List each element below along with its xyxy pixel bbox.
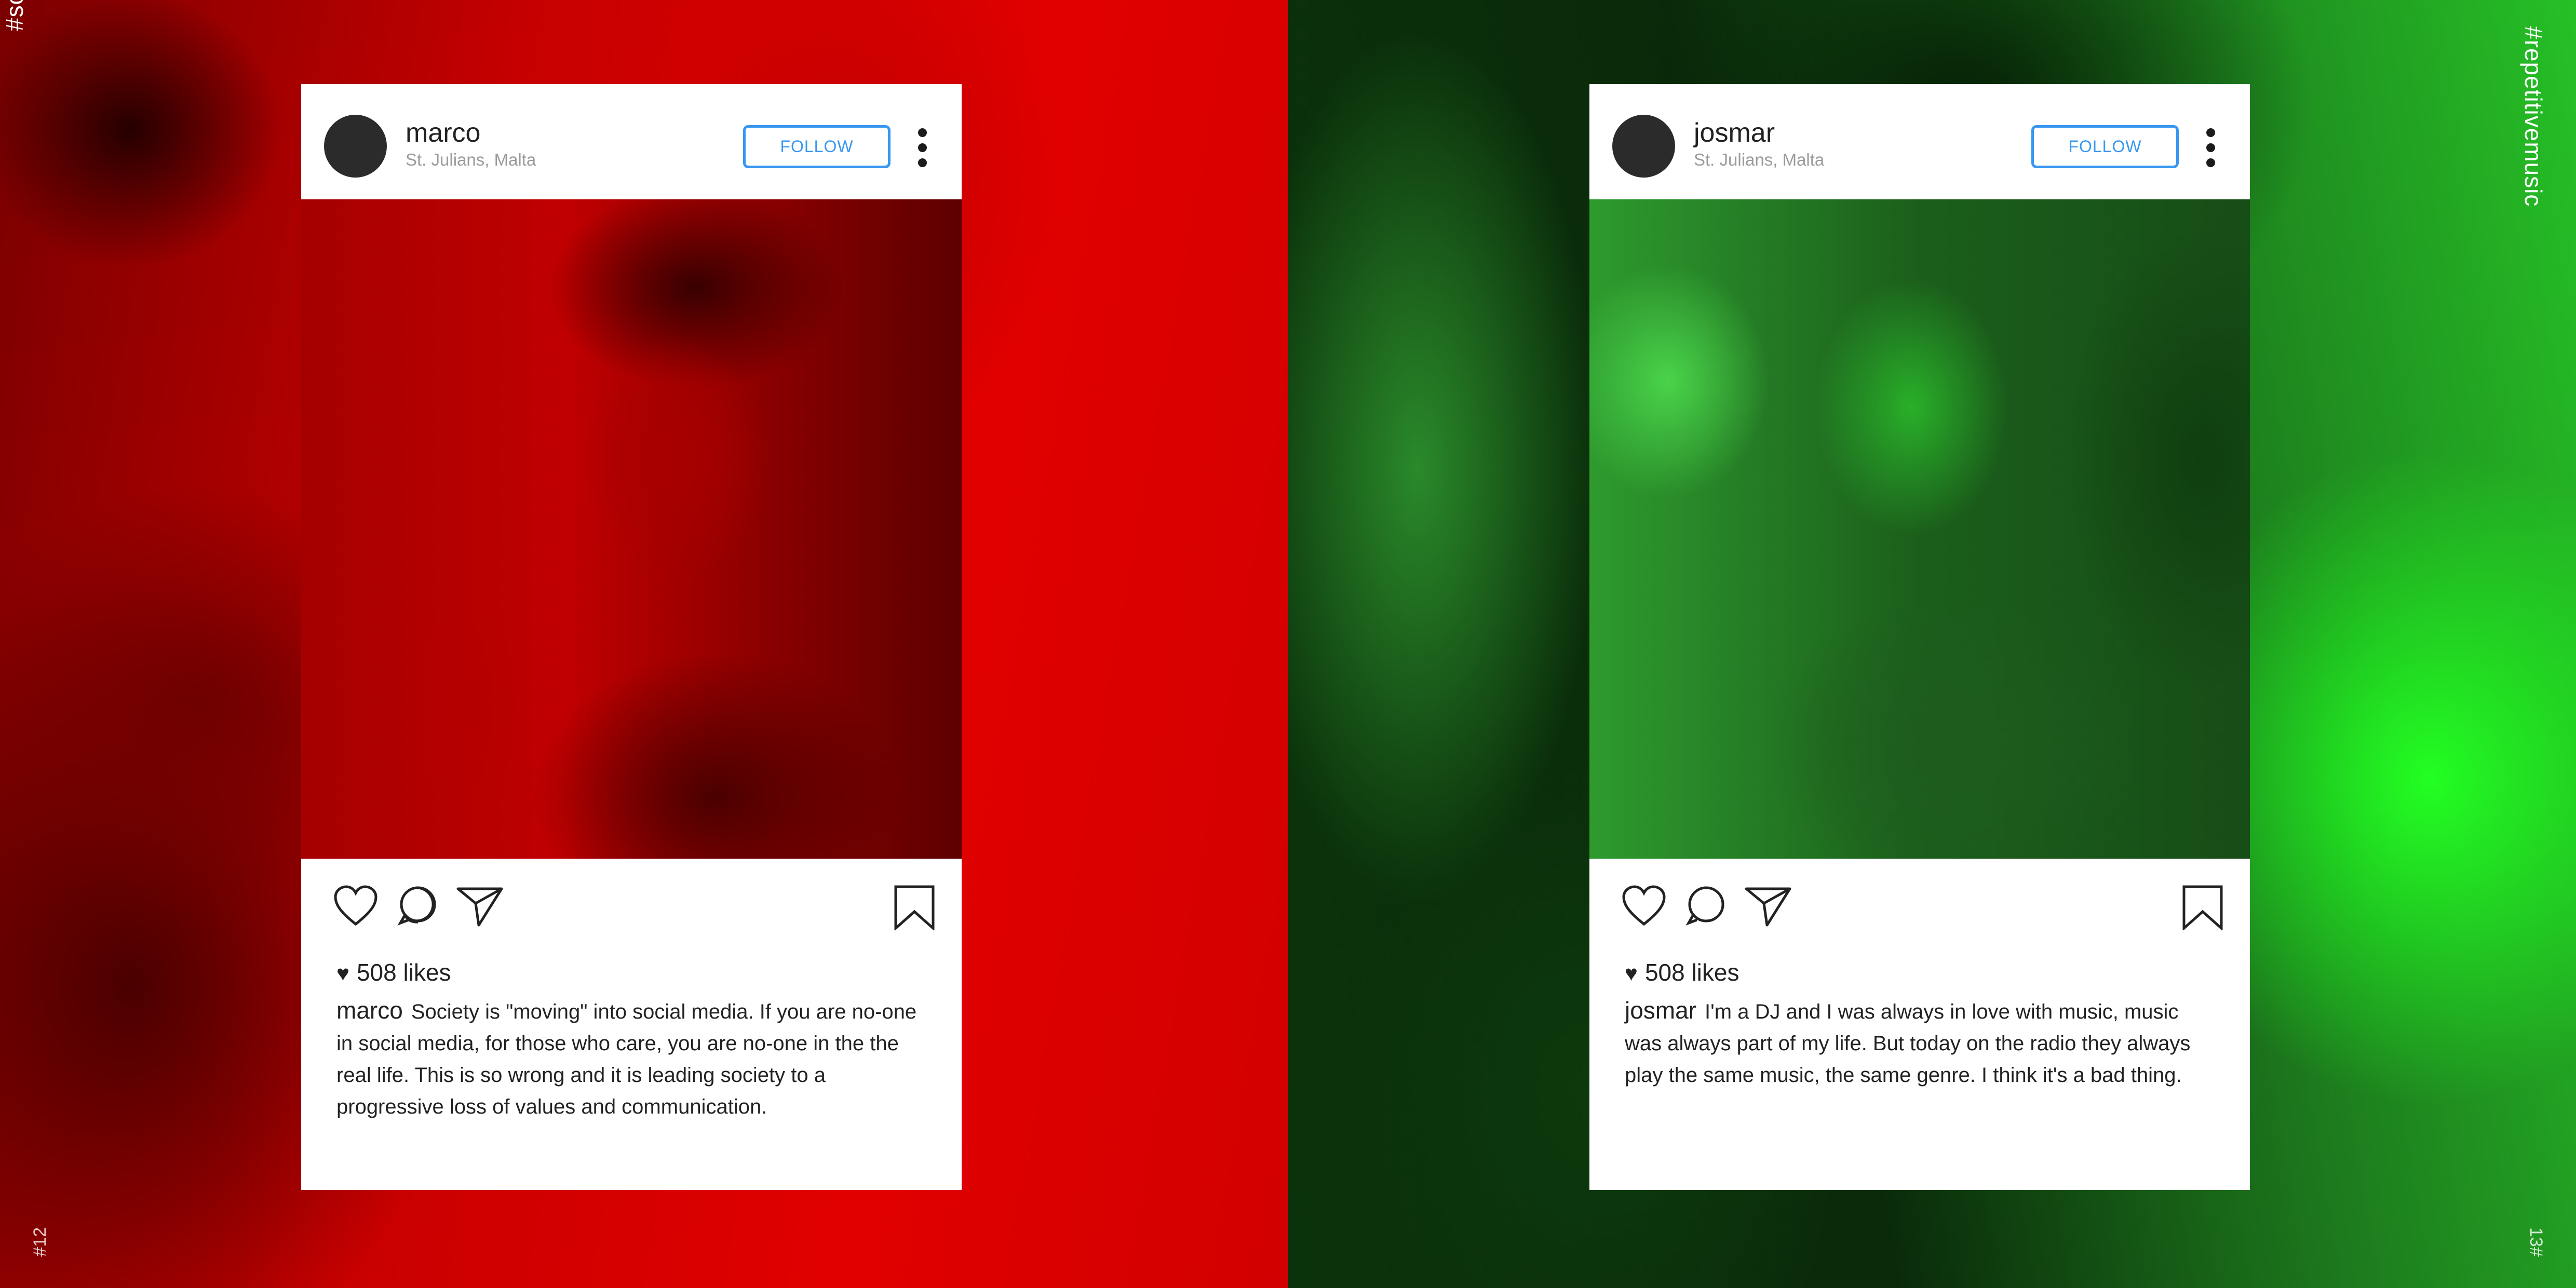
heart-icon[interactable]: [1622, 885, 1666, 927]
comment-icon[interactable]: [1685, 885, 1727, 926]
post-photo[interactable]: [301, 199, 962, 859]
left-hashtag: #socialmediasociety: [1, 0, 29, 31]
comment-icon[interactable]: [397, 885, 439, 926]
post-caption: marco Society is "moving" into social med…: [336, 995, 928, 1123]
caption-username[interactable]: josmar: [1625, 997, 1696, 1024]
right-page-number: 13#: [2526, 1227, 2546, 1257]
action-bar: [1622, 885, 2224, 931]
bookmark-icon[interactable]: [894, 885, 935, 930]
avatar[interactable]: [1612, 115, 1675, 178]
post-footer: ♥ 508 likes josmar I'm a DJ and I was alwa…: [1589, 859, 2250, 1190]
right-hashtag: #repetitivemusic: [2520, 26, 2547, 207]
heart-small-icon: ♥: [1625, 961, 1638, 985]
left-page-number: #12: [30, 1227, 50, 1257]
heart-small-icon: ♥: [336, 961, 349, 985]
post-username[interactable]: marco: [406, 117, 480, 148]
post-header: josmar St. Julians, Malta FOLLOW: [1589, 84, 2250, 199]
share-icon[interactable]: [456, 885, 504, 927]
left-page: #socialmediasociety #12 marco St. Julian…: [0, 0, 1288, 1288]
post-caption: josmar I'm a DJ and I was always in love …: [1625, 995, 2217, 1091]
post-photo[interactable]: [1589, 199, 2250, 859]
post-location[interactable]: St. Julians, Malta: [406, 150, 536, 170]
post-header: marco St. Julians, Malta FOLLOW: [301, 84, 962, 199]
share-icon[interactable]: [1744, 885, 1792, 927]
follow-button[interactable]: FOLLOW: [2031, 125, 2179, 168]
likes-count[interactable]: ♥ 508 likes: [336, 958, 451, 986]
post-footer: ♥ 508 likes marco Society is "moving" into…: [301, 859, 962, 1190]
left-post-card: marco St. Julians, Malta FOLLOW ♥ 508 li…: [301, 84, 962, 1190]
likes-count[interactable]: ♥ 508 likes: [1625, 958, 1739, 986]
post-location[interactable]: St. Julians, Malta: [1694, 150, 1824, 170]
action-bar: [333, 885, 936, 931]
more-options-icon[interactable]: [918, 128, 928, 168]
right-post-card: josmar St. Julians, Malta FOLLOW ♥ 508 l…: [1589, 84, 2250, 1190]
heart-icon[interactable]: [333, 885, 378, 927]
bookmark-icon[interactable]: [2182, 885, 2223, 930]
right-page: #repetitivemusic 13# josmar St. Julians,…: [1288, 0, 2576, 1288]
follow-button[interactable]: FOLLOW: [743, 125, 891, 168]
caption-text: Society is "moving" into social media. I…: [336, 1000, 917, 1118]
post-username[interactable]: josmar: [1694, 117, 1775, 148]
caption-text: I'm a DJ and I was always in love with m…: [1625, 1000, 2191, 1087]
more-options-icon[interactable]: [2206, 128, 2217, 168]
caption-username[interactable]: marco: [336, 997, 403, 1024]
avatar[interactable]: [324, 115, 387, 178]
